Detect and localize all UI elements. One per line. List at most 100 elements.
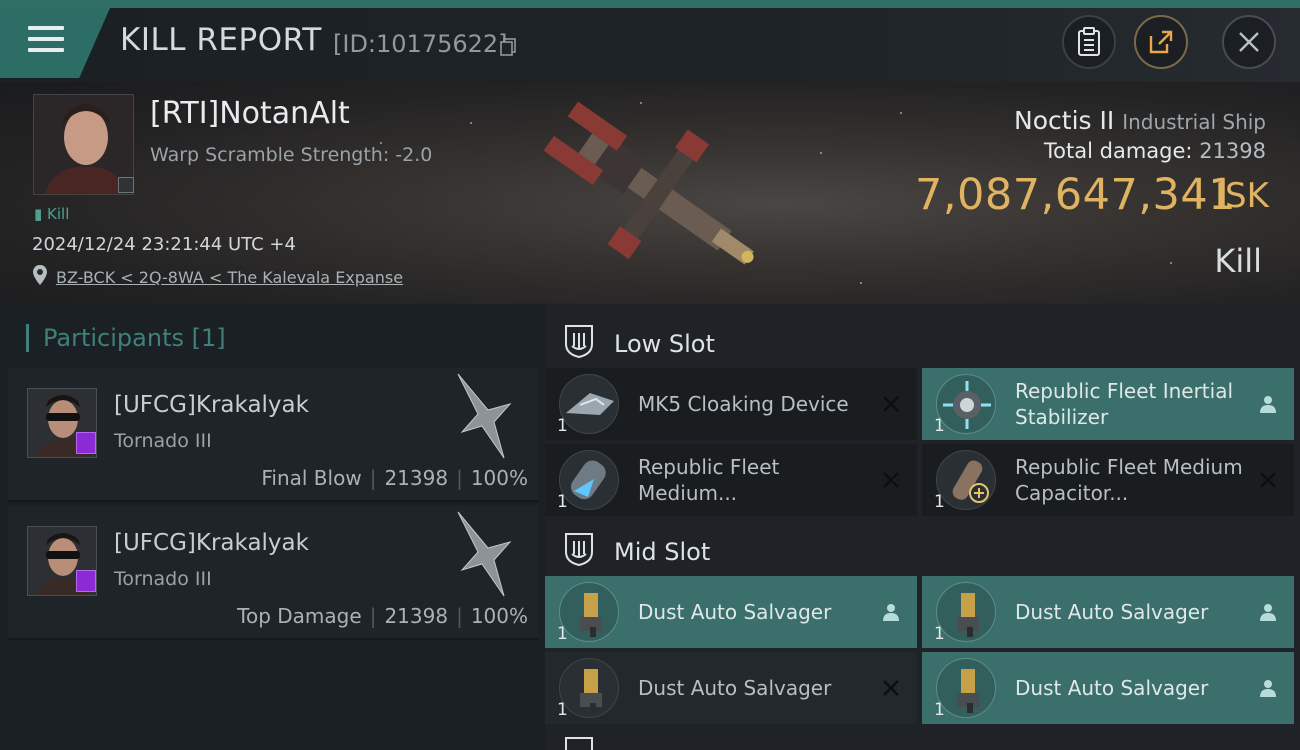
header-bar: KILL REPORT [ID:10175622] — [0, 8, 1300, 82]
participants-header: Participants [1] — [26, 324, 226, 352]
module-tile[interactable]: 1 Dust Auto Salvager — [545, 652, 917, 724]
module-tile[interactable]: 1 Dust Auto Salvager — [545, 576, 917, 648]
inertial-stabilizer-icon — [936, 374, 996, 434]
participant-badge-icon — [76, 432, 96, 454]
participant-ship: Tornado III — [114, 568, 212, 590]
module-qty: 1 — [557, 624, 568, 644]
module-tile[interactable]: 1 Republic Fleet Medium... — [545, 444, 917, 516]
module-name: Republic Fleet Medium... — [638, 455, 780, 505]
next-slot-icon — [565, 737, 593, 750]
module-tile[interactable]: 1 Republic Fleet Inertial Stabilizer — [922, 368, 1294, 440]
salvager-icon — [936, 658, 996, 718]
salvager-icon — [936, 582, 996, 642]
participant-ship-image — [457, 373, 512, 459]
victim-ship-image — [543, 101, 754, 265]
ship-name[interactable]: Noctis II Industrial Ship — [1014, 106, 1266, 135]
total-damage: Total damage: 21398 — [1044, 139, 1266, 163]
destroyed-x-icon — [883, 472, 899, 488]
copy-icon[interactable] — [500, 38, 516, 56]
clipboard-icon — [1078, 27, 1100, 56]
victim-banner: [RTI]NotanAlt Warp Scramble Strength: -2… — [0, 82, 1300, 304]
module-name: Dust Auto Salvager — [638, 676, 832, 700]
participant-damage: 21398 — [384, 466, 449, 490]
participants-panel: Participants [1] [UFCG]Krakalyak Tornado… — [0, 304, 545, 750]
person-icon — [1260, 680, 1276, 697]
participants-count: [1] — [191, 324, 226, 352]
destroyed-x-icon — [883, 396, 899, 412]
participant-role: Final Blow — [261, 466, 362, 490]
capacitor-module-icon — [936, 450, 996, 510]
participant-row[interactable]: [UFCG]Krakalyak Tornado III Final Blow | 2… — [8, 368, 538, 502]
cloaking-device-icon — [559, 374, 619, 434]
module-name: Dust Auto Salvager — [1015, 676, 1209, 700]
salvager-icon — [559, 582, 619, 642]
total-damage-label: Total damage: — [1043, 139, 1193, 163]
mid-slot-icon — [565, 533, 593, 566]
kill-result: Kill — [1214, 242, 1262, 280]
location-pin-icon — [33, 265, 47, 285]
module-tile[interactable]: 1 Republic Fleet Medium Capacitor... — [922, 444, 1294, 516]
ship-name-text: Noctis II — [1014, 106, 1115, 135]
participant-stats: Top Damage | 21398 | 100% — [237, 604, 528, 628]
participant-name[interactable]: [UFCG]Krakalyak — [114, 392, 309, 418]
clipboard-button[interactable] — [1062, 15, 1116, 69]
mid-slot-header: Mid Slot — [545, 518, 1300, 578]
participant-role: Top Damage — [237, 604, 362, 628]
module-tile[interactable]: 1 Dust Auto Salvager — [922, 652, 1294, 724]
share-icon — [1149, 30, 1173, 54]
hamburger-menu-icon[interactable] — [28, 26, 64, 54]
low-slot-icon — [565, 325, 593, 358]
destroyed-x-icon — [883, 680, 899, 696]
participant-damage: 21398 — [384, 604, 449, 628]
total-damage-value: 21398 — [1199, 139, 1266, 163]
ship-class: Industrial Ship — [1122, 110, 1266, 134]
module-qty: 1 — [934, 624, 945, 644]
kill-tag: ▮ Kill — [34, 205, 70, 223]
module-name: Dust Auto Salvager — [1015, 600, 1209, 624]
close-icon — [1239, 32, 1259, 52]
isk-value: 7,087,647,341 — [915, 170, 1237, 220]
share-button[interactable] — [1134, 15, 1188, 69]
top-accent-bar — [0, 0, 1300, 8]
module-qty: 1 — [557, 700, 568, 720]
module-qty: 1 — [934, 700, 945, 720]
module-qty: 1 — [557, 416, 568, 436]
module-qty: 1 — [934, 492, 945, 512]
participant-badge-icon — [76, 570, 96, 592]
participant-row[interactable]: [UFCG]Krakalyak Tornado III Top Damage | 2… — [8, 506, 538, 640]
victim-name[interactable]: [RTI]NotanAlt — [150, 96, 350, 131]
participant-stats: Final Blow | 21398 | 100% — [261, 466, 528, 490]
participant-percent: 100% — [470, 466, 528, 490]
module-tile[interactable]: 1 Dust Auto Salvager — [922, 576, 1294, 648]
isk-unit: ISK — [1215, 176, 1269, 216]
participant-ship: Tornado III — [114, 430, 212, 452]
low-slot-header: Low Slot — [545, 310, 1300, 370]
module-qty: 1 — [934, 416, 945, 436]
mid-slot-title: Mid Slot — [614, 538, 711, 566]
person-icon — [1260, 604, 1276, 621]
person-icon — [883, 604, 899, 621]
destroyed-x-icon — [1260, 472, 1276, 488]
location-link[interactable]: BZ-BCK < 2Q-8WA < The Kalevala Expanse — [56, 268, 403, 287]
participant-percent: 100% — [470, 604, 528, 628]
module-name: MK5 Cloaking Device — [638, 392, 849, 416]
module-name: Dust Auto Salvager — [638, 600, 832, 624]
warp-scramble-strength: Warp Scramble Strength: -2.0 — [150, 144, 433, 166]
page-title: KILL REPORT — [120, 22, 322, 58]
fitting-panel: Low Slot 1 MK5 Cloaking Device 1 Republi… — [545, 304, 1300, 750]
module-tile[interactable]: 1 MK5 Cloaking Device — [545, 368, 917, 440]
report-id: [ID:10175622] — [333, 30, 508, 58]
participants-title: Participants — [43, 324, 184, 352]
kill-datetime: 2024/12/24 23:21:44 UTC +4 — [32, 234, 296, 255]
module-name: Republic Fleet Medium Capacitor... — [1015, 455, 1243, 505]
capacitor-module-icon — [559, 450, 619, 510]
close-button[interactable] — [1222, 15, 1276, 69]
low-slot-title: Low Slot — [614, 330, 715, 358]
participant-name[interactable]: [UFCG]Krakalyak — [114, 530, 309, 556]
kill-tag-label: Kill — [47, 205, 70, 223]
participant-ship-image — [457, 511, 512, 597]
salvager-icon — [559, 658, 619, 718]
module-name: Republic Fleet Inertial Stabilizer — [1015, 379, 1234, 429]
module-qty: 1 — [557, 492, 568, 512]
portrait-badge-icon — [118, 177, 134, 193]
